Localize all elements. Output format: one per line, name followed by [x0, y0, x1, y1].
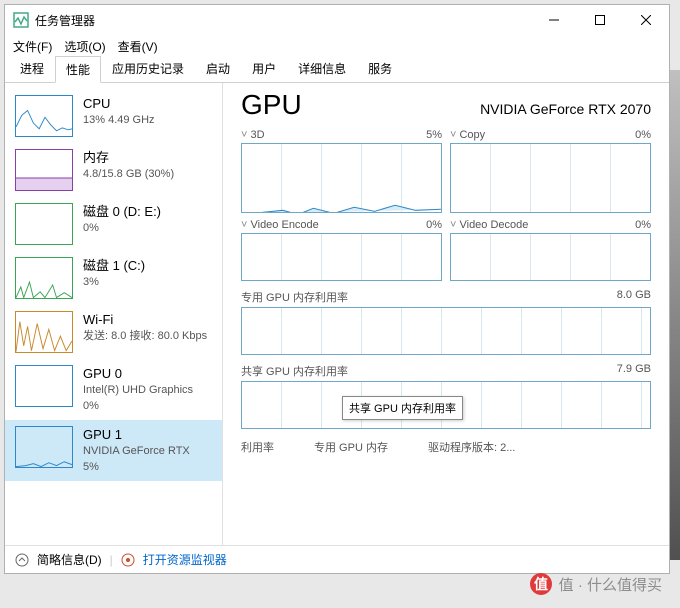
sidebar-disk0-title: 磁盘 0 (D: E:): [83, 203, 161, 221]
sidebar-wifi-sub: 发送: 8.0 接收: 80.0 Kbps: [83, 329, 207, 344]
detail-panel: GPU NVIDIA GeForce RTX 2070 3D5% Copy0% …: [223, 83, 669, 545]
chart-video-encode: [241, 233, 442, 281]
watermark-text: 值 · 什么值得买: [559, 574, 662, 595]
watermark-icon: 值: [529, 572, 553, 596]
chart-venc-value: 0%: [426, 219, 442, 231]
tab-services[interactable]: 服务: [357, 55, 403, 82]
app-icon: [13, 12, 29, 28]
sidebar-item-gpu0[interactable]: GPU 0Intel(R) UHD Graphics 0%: [5, 359, 222, 420]
menubar: 文件(F) 选项(O) 查看(V): [5, 35, 669, 57]
stat-util-label: 利用率: [241, 439, 274, 455]
maximize-button[interactable]: [577, 5, 623, 35]
sidebar-item-cpu[interactable]: CPU13% 4.49 GHz: [5, 89, 222, 143]
menu-options[interactable]: 选项(O): [64, 38, 105, 55]
tab-performance[interactable]: 性能: [55, 56, 101, 83]
chart-copy-value: 0%: [635, 129, 651, 141]
sidebar-item-disk0[interactable]: 磁盘 0 (D: E:)0%: [5, 197, 222, 251]
menu-view[interactable]: 查看(V): [118, 38, 158, 55]
chart-shared-memory: 共享 GPU 内存利用率: [241, 381, 651, 429]
tab-bar: 进程 性能 应用历史记录 启动 用户 详细信息 服务: [5, 57, 669, 83]
sidebar-item-memory[interactable]: 内存4.8/15.8 GB (30%): [5, 143, 222, 197]
sidebar-disk1-title: 磁盘 1 (C:): [83, 257, 145, 275]
chart-3d-label[interactable]: 3D: [241, 129, 265, 141]
brief-info-link[interactable]: 简略信息(D): [37, 551, 102, 568]
tab-startup[interactable]: 启动: [195, 55, 241, 82]
sidebar-gpu1-title: GPU 1: [83, 426, 190, 444]
titlebar: 任务管理器: [5, 5, 669, 35]
task-manager-window: 任务管理器 文件(F) 选项(O) 查看(V) 进程 性能 应用历史记录 启动 …: [4, 4, 670, 574]
shmem-label: 共享 GPU 内存利用率: [241, 363, 348, 379]
sidebar-item-disk1[interactable]: 磁盘 1 (C:)3%: [5, 251, 222, 305]
chart-video-decode: [450, 233, 651, 281]
menu-file[interactable]: 文件(F): [13, 38, 52, 55]
window-title: 任务管理器: [35, 12, 531, 29]
sidebar-cpu-sub: 13% 4.49 GHz: [83, 113, 155, 128]
chart-dedicated-memory: [241, 307, 651, 355]
chart-vdec-label[interactable]: Video Decode: [450, 219, 528, 231]
chart-3d-value: 5%: [426, 129, 442, 141]
tab-processes[interactable]: 进程: [9, 55, 55, 82]
chart-copy-label[interactable]: Copy: [450, 129, 485, 141]
stat-dedmem-label: 专用 GPU 内存: [314, 439, 388, 455]
sidebar-wifi-title: Wi-Fi: [83, 311, 207, 329]
monitor-icon: [121, 553, 135, 567]
stat-driver-val: 2...: [500, 442, 515, 454]
shmem-max: 7.9 GB: [617, 363, 651, 379]
sidebar-cpu-title: CPU: [83, 95, 155, 113]
svg-text:值: 值: [534, 576, 548, 592]
dedmem-max: 8.0 GB: [617, 289, 651, 305]
chart-venc-label[interactable]: Video Encode: [241, 219, 319, 231]
resource-monitor-link[interactable]: 打开资源监视器: [143, 551, 227, 568]
tooltip: 共享 GPU 内存利用率: [342, 396, 463, 420]
sidebar: CPU13% 4.49 GHz 内存4.8/15.8 GB (30%) 磁盘 0…: [5, 83, 223, 545]
sidebar-disk1-sub: 3%: [83, 275, 145, 290]
close-button[interactable]: [623, 5, 669, 35]
minimize-button[interactable]: [531, 5, 577, 35]
detail-model: NVIDIA GeForce RTX 2070: [480, 101, 651, 117]
dedmem-label: 专用 GPU 内存利用率: [241, 289, 348, 305]
detail-title: GPU: [241, 89, 302, 121]
sidebar-gpu1-sub: NVIDIA GeForce RTX 5%: [83, 444, 190, 475]
sidebar-item-wifi[interactable]: Wi-Fi发送: 8.0 接收: 80.0 Kbps: [5, 305, 222, 359]
sidebar-item-gpu1[interactable]: GPU 1NVIDIA GeForce RTX 5%: [5, 420, 222, 481]
watermark: 值 值 · 什么值得买: [529, 572, 662, 596]
tab-users[interactable]: 用户: [241, 55, 287, 82]
tab-app-history[interactable]: 应用历史记录: [101, 55, 195, 82]
sidebar-gpu0-title: GPU 0: [83, 365, 193, 383]
sidebar-disk0-sub: 0%: [83, 221, 161, 236]
chart-copy: [450, 143, 651, 213]
collapse-icon[interactable]: [15, 553, 29, 567]
stat-driver-label: 驱动程序版本:: [428, 442, 497, 454]
sidebar-mem-title: 内存: [83, 149, 174, 167]
statusbar: 简略信息(D) | 打开资源监视器: [5, 545, 669, 573]
sidebar-mem-sub: 4.8/15.8 GB (30%): [83, 167, 174, 182]
chart-3d: [241, 143, 442, 213]
sidebar-gpu0-sub: Intel(R) UHD Graphics 0%: [83, 383, 193, 414]
chart-vdec-value: 0%: [635, 219, 651, 231]
tab-details[interactable]: 详细信息: [287, 55, 357, 82]
